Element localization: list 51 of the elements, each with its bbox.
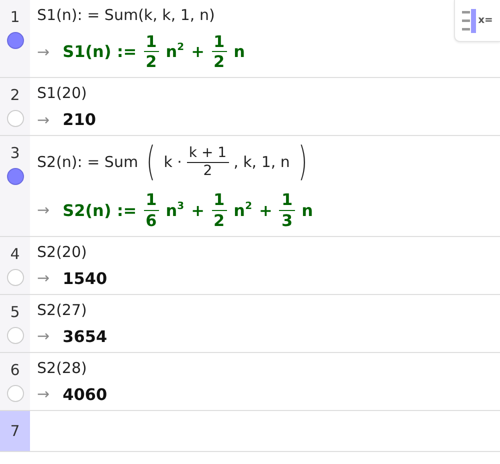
math-text: S2(20) xyxy=(37,242,87,261)
empty-circle-icon[interactable] xyxy=(6,110,24,128)
math-text: S2(n) := xyxy=(62,200,137,220)
math-text: , k, 1, n xyxy=(234,153,290,172)
math-text: S2(n): = Sum xyxy=(37,153,138,172)
fraction: k + 1 2 xyxy=(186,145,229,180)
row-number-cell[interactable]: 6 xyxy=(0,352,30,410)
fraction: 1 2 xyxy=(144,32,159,72)
arrow-icon: → xyxy=(37,201,50,220)
math-text: 3654 xyxy=(62,326,108,346)
power: n$^{2}$ xyxy=(166,42,184,62)
math-text: 1540 xyxy=(62,268,108,288)
arrow-icon: → xyxy=(37,110,50,129)
math-text: + xyxy=(191,42,205,62)
row-number-cell[interactable]: 1 xyxy=(0,0,30,78)
math-text: S1(n): = Sum(k, k, 1, n) xyxy=(37,6,215,24)
fraction: 1 6 xyxy=(144,190,159,230)
math-text: S2(27) xyxy=(37,300,87,319)
math-text: n xyxy=(234,42,246,62)
math-text: 210 xyxy=(62,110,96,130)
power: n$^{3}$ xyxy=(166,200,184,220)
filled-circle-icon[interactable] xyxy=(6,32,24,49)
parenthesis: ( xyxy=(146,142,156,182)
arrow-icon: → xyxy=(37,269,50,288)
math-text: + xyxy=(191,200,205,220)
math-text: k · xyxy=(164,153,182,172)
math-text: S1(20) xyxy=(37,84,87,102)
parenthesis: ) xyxy=(298,142,308,182)
row-number-cell[interactable]: 5 xyxy=(0,294,30,352)
empty-circle-icon[interactable] xyxy=(6,384,24,402)
math-text: n xyxy=(302,200,313,220)
filled-circle-icon[interactable] xyxy=(6,168,24,186)
math-text: 4060 xyxy=(62,384,108,404)
math-text: S2(28) xyxy=(37,358,87,377)
fraction: 1 3 xyxy=(279,190,295,230)
math-text: S1(n) := xyxy=(62,42,137,62)
empty-circle-icon[interactable] xyxy=(6,326,24,344)
fraction: 1 2 xyxy=(212,190,227,230)
row-number-cell[interactable]: 3 xyxy=(0,136,30,236)
math-text: + xyxy=(259,200,272,220)
input-toggle-button[interactable]: x= xyxy=(454,0,500,42)
row-number-cell[interactable]: 7 xyxy=(0,410,30,451)
arrow-icon: → xyxy=(37,327,50,346)
empty-circle-icon[interactable] xyxy=(6,268,24,286)
list-icon xyxy=(462,8,476,34)
row-number-cell[interactable]: 2 xyxy=(0,78,30,136)
arrow-icon: → xyxy=(37,385,50,404)
row-number-cell[interactable]: 4 xyxy=(0,236,30,294)
arrow-icon: → xyxy=(37,42,50,61)
fraction: 1 2 xyxy=(212,32,227,72)
power: n$^{2}$ xyxy=(234,200,252,220)
